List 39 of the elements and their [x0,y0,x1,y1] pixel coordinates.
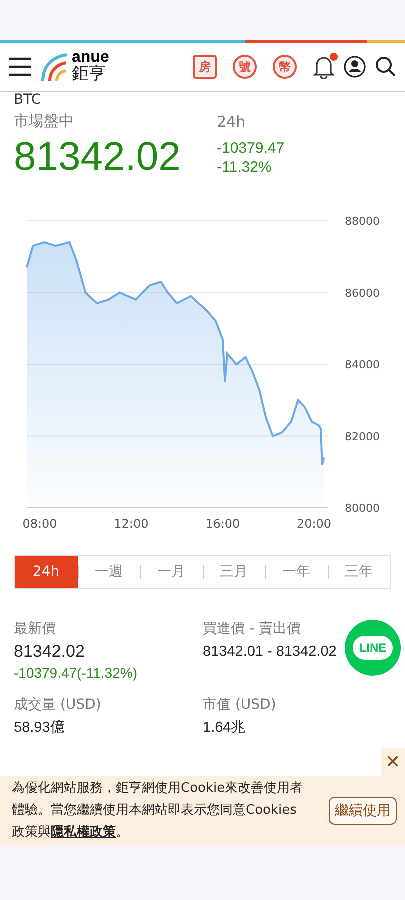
stat-label: 最新價 [14,620,57,639]
x-tick-label: 16:00 [206,517,240,531]
logo-word: anue [72,50,110,65]
x-tick-label: 20:00 [297,517,332,531]
stat-label: 成交量 (USD) [14,696,102,715]
bell-icon[interactable] [313,55,335,79]
stat-label: 買進價 - 賣出價 [203,620,302,639]
price-change: -10379.47 [217,139,286,158]
close-button[interactable]: ✕ [381,748,405,776]
menu-icon[interactable] [8,57,32,77]
stat-value: 58.93億 [14,719,66,738]
y-tick-label: 82000 [345,430,380,444]
y-tick-label: 80000 [345,502,380,515]
shortcut-button[interactable]: 幣 [273,55,297,79]
stat-value: 81342.02 [14,641,85,663]
symbol: BTC [14,92,42,108]
shortcut-button[interactable]: 房 [193,55,217,79]
rainbow-logo-icon [40,52,70,82]
stat-label: 市值 (USD) [203,696,278,715]
y-tick-label: 84000 [345,358,380,372]
user-icon[interactable] [343,55,367,79]
y-tick-label: 86000 [345,286,380,300]
percent-change: -11.32% [217,158,273,177]
market-status: 市場盤中 [14,112,75,131]
y-tick-label: 88000 [345,215,380,228]
current-price: 81342.02 [14,134,182,181]
privacy-link[interactable]: 隱私權政策 [51,825,116,840]
stat-value: 81342.01 - 81342.02 [203,643,337,662]
logo-name: 鉅亨 [72,65,107,84]
stat-change: -10379.47(-11.32%) [14,665,138,681]
x-tick-label: 08:00 [22,517,58,531]
stat-value: 1.64兆 [203,719,246,738]
continue-button[interactable]: 繼續使用 [329,797,397,825]
shortcut-button[interactable]: 號 [233,55,257,79]
cookie-notice: 為優化網站服務，鉅亨網使用Cookie來改善使用者體驗。當您繼續使用本網站即表示您同意Cookies政策與隱私權政策。 [12,780,304,842]
range-tab[interactable]: 24h [15,556,78,588]
period-label: 24h [217,113,247,131]
x-tick-label: 12:00 [114,517,149,531]
search-icon[interactable] [375,56,397,78]
